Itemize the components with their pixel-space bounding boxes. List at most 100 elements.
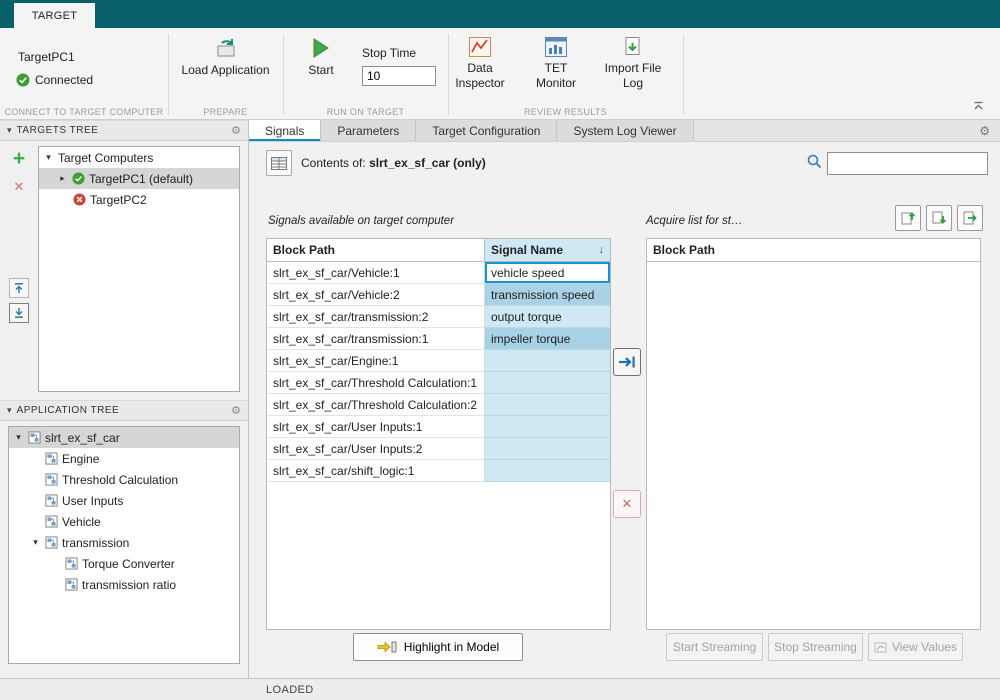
search-input[interactable]: [827, 152, 988, 175]
tree-item-threshold-calculation[interactable]: Threshold Calculation: [9, 469, 239, 490]
signal-cell[interactable]: [485, 416, 610, 438]
column-header-block-path[interactable]: Block Path: [647, 239, 980, 262]
tree-item-targetpc1[interactable]: ▸ TargetPC1 (default): [39, 168, 239, 189]
tab-parameters[interactable]: Parameters: [321, 120, 417, 141]
arrow-to-bottom-icon: [15, 308, 23, 318]
highlight-in-model-button[interactable]: Highlight in Model: [353, 633, 523, 661]
table-row[interactable]: slrt_ex_sf_car/transmission:1 impeller t…: [267, 328, 610, 350]
signal-cell[interactable]: transmission speed: [485, 284, 610, 306]
ribbon-tab-target[interactable]: TARGET: [14, 3, 95, 28]
tab-bar: Signals Parameters Target Configuration …: [249, 120, 1000, 142]
application-tree-header[interactable]: ▾ APPLICATION TREE ⚙: [0, 400, 248, 421]
table-row[interactable]: slrt_ex_sf_car/Threshold Calculation:1: [267, 372, 610, 394]
stop-streaming-button[interactable]: Stop Streaming: [768, 633, 863, 661]
tab-system-log-viewer[interactable]: System Log Viewer: [557, 120, 694, 141]
table-row[interactable]: slrt_ex_sf_car/Vehicle:1 vehicle speed: [267, 262, 610, 284]
main-panel: Signals Parameters Target Configuration …: [249, 120, 1000, 678]
start-button[interactable]: Start: [295, 34, 347, 106]
expand-arrow-icon[interactable]: ▾: [30, 537, 41, 548]
tab-signals[interactable]: Signals: [249, 120, 322, 141]
save-list-button[interactable]: [895, 205, 921, 231]
signal-cell[interactable]: [485, 460, 610, 482]
table-row[interactable]: slrt_ex_sf_car/Engine:1: [267, 350, 610, 372]
collapse-ribbon-button[interactable]: [971, 97, 986, 115]
table-row[interactable]: slrt_ex_sf_car/transmission:2 output tor…: [267, 306, 610, 328]
view-values-icon: [874, 642, 887, 652]
ribbon-group-review: Data Inspector TET Monitor Import File L…: [448, 28, 683, 120]
table-row[interactable]: slrt_ex_sf_car/User Inputs:2: [267, 438, 610, 460]
connection-status-label: Connected: [35, 73, 94, 87]
tet-monitor-button[interactable]: TET Monitor: [525, 34, 587, 106]
start-streaming-button[interactable]: Start Streaming: [666, 633, 763, 661]
connection-status: Connected: [16, 73, 93, 87]
tree-item-targetpc2[interactable]: TargetPC2: [39, 189, 239, 210]
collapse-arrow-icon[interactable]: ▾: [7, 405, 12, 416]
table-row[interactable]: slrt_ex_sf_car/shift_logic:1: [267, 460, 610, 482]
tree-item-vehicle[interactable]: Vehicle: [9, 511, 239, 532]
signal-cell[interactable]: vehicle speed: [485, 262, 610, 284]
tree-item-user-inputs[interactable]: User Inputs: [9, 490, 239, 511]
tree-item-label: User Inputs: [62, 493, 124, 508]
stop-time-group: Stop Time: [362, 46, 436, 86]
contents-view-button[interactable]: [266, 150, 292, 176]
gear-icon[interactable]: ⚙: [231, 124, 241, 137]
signal-cell[interactable]: [485, 372, 610, 394]
ribbon-group-connect: TargetPC1 Connected CONNECT TO TARGET CO…: [0, 28, 168, 120]
target-name: TargetPC1: [18, 50, 75, 64]
load-list-button[interactable]: [926, 205, 952, 231]
add-to-acquire-button[interactable]: [613, 348, 641, 376]
section-label-review: REVIEW RESULTS: [523, 107, 608, 117]
import-file-log-button[interactable]: Import File Log: [600, 34, 666, 106]
signal-cell[interactable]: output torque: [485, 306, 610, 328]
expand-arrow-icon[interactable]: ▾: [43, 152, 54, 163]
tree-item-torque-converter[interactable]: Torque Converter: [9, 553, 239, 574]
stop-time-input[interactable]: [362, 66, 436, 86]
table-row[interactable]: slrt_ex_sf_car/Vehicle:2 transmission sp…: [267, 284, 610, 306]
block-diagram-icon: [45, 515, 58, 528]
block-diagram-icon: [28, 431, 41, 444]
expand-arrow-icon[interactable]: ▸: [57, 173, 68, 184]
connected-check-icon: [72, 172, 85, 185]
export-up-icon: [901, 212, 916, 225]
tree-item-target-computers[interactable]: ▾ Target Computers: [39, 147, 239, 168]
targets-tree-header[interactable]: ▾ TARGETS TREE ⚙: [0, 120, 248, 141]
view-values-button[interactable]: View Values: [868, 633, 963, 661]
tree-item-transmission[interactable]: ▾ transmission: [9, 532, 239, 553]
tab-target-configuration[interactable]: Target Configuration: [416, 120, 558, 141]
tree-item-app-root[interactable]: ▾ slrt_ex_sf_car: [9, 427, 239, 448]
collapse-arrow-icon[interactable]: ▾: [7, 125, 12, 136]
signal-cell[interactable]: [485, 350, 610, 372]
status-text: LOADED: [266, 683, 314, 696]
tree-item-label: Torque Converter: [82, 556, 175, 571]
delete-target-button[interactable]: ✕: [9, 177, 29, 197]
block-diagram-icon: [65, 578, 78, 591]
export-script-button[interactable]: [957, 205, 983, 231]
gear-icon[interactable]: ⚙: [231, 404, 241, 417]
signal-cell[interactable]: [485, 438, 610, 460]
column-header-block-path[interactable]: Block Path: [267, 239, 485, 261]
tree-item-engine[interactable]: Engine: [9, 448, 239, 469]
block-diagram-icon: [45, 473, 58, 486]
move-top-button[interactable]: [9, 278, 29, 298]
data-inspector-button[interactable]: Data Inspector: [448, 34, 512, 106]
tree-item-label: Vehicle: [62, 514, 101, 529]
signal-cell[interactable]: [485, 394, 610, 416]
move-bottom-button[interactable]: [9, 303, 29, 323]
script-arrow-icon: [963, 211, 977, 225]
table-row[interactable]: slrt_ex_sf_car/Threshold Calculation:2: [267, 394, 610, 416]
remove-from-acquire-button[interactable]: ✕: [613, 490, 641, 518]
add-target-button[interactable]: +: [7, 147, 31, 171]
block-diagram-icon: [65, 557, 78, 570]
load-application-button[interactable]: Load Application: [176, 34, 275, 106]
expand-arrow-icon[interactable]: ▾: [13, 432, 24, 443]
tree-item-label: TargetPC2: [90, 192, 147, 207]
column-header-signal-name[interactable]: Signal Name ↓: [485, 239, 610, 261]
ribbon-group-run: Start Stop Time RUN ON TARGET: [283, 28, 448, 120]
sort-desc-icon[interactable]: ↓: [599, 244, 605, 256]
signal-cell[interactable]: impeller torque: [485, 328, 610, 350]
tree-item-transmission-ratio[interactable]: transmission ratio: [9, 574, 239, 595]
gear-icon[interactable]: ⚙: [979, 120, 1000, 141]
block-diagram-icon: [45, 452, 58, 465]
stop-time-label: Stop Time: [362, 46, 417, 60]
table-row[interactable]: slrt_ex_sf_car/User Inputs:1: [267, 416, 610, 438]
